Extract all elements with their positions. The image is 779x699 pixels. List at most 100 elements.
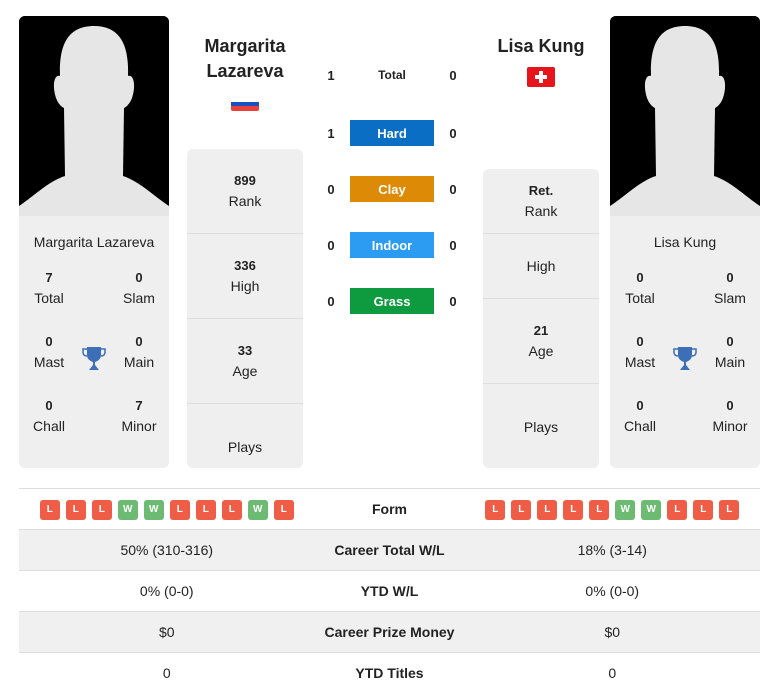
form-badge-loss[interactable]: L [195, 499, 216, 520]
form-badge-loss[interactable]: L [221, 499, 242, 520]
form-row: LLLWWLLLWL Form LLLLLWWLLL [19, 488, 760, 530]
form-badge-loss[interactable]: L [719, 499, 740, 520]
p2-minor-titles: 0 Minor [700, 396, 760, 460]
label: Plays [227, 438, 263, 455]
label: Chall [624, 418, 656, 434]
label: Rank [228, 193, 262, 209]
label: Age [232, 363, 258, 379]
form-badge-loss[interactable]: L [589, 499, 610, 520]
surface-label[interactable]: Hard [350, 120, 434, 146]
p2-value: 18% (3-14) [464, 529, 760, 571]
row-label: YTD W/L [314, 570, 465, 612]
table-row: $0 Career Prize Money $0 [19, 611, 760, 653]
row-label: Career Total W/L [314, 529, 465, 571]
surface-label[interactable]: Clay [350, 176, 434, 202]
value: 0 [726, 334, 734, 349]
form-badge-win[interactable]: W [247, 499, 268, 520]
p1-plays: Plays [187, 404, 303, 468]
player1-stats: 899 Rank 336 High 33 Age Plays [187, 149, 303, 468]
title-line: Lisa Kung [497, 36, 585, 56]
label: Main [714, 354, 746, 370]
p2-count: 0 [449, 237, 457, 253]
label: Slam [714, 290, 746, 306]
label: Minor [712, 418, 748, 434]
p1-total-titles: 7 Total [19, 268, 79, 332]
surface-label[interactable]: Grass [350, 288, 434, 314]
p1-count: 0 [327, 181, 335, 197]
label: Chall [33, 418, 65, 434]
p2-total-titles: 0 Total [610, 268, 670, 332]
value: 0 [636, 398, 644, 413]
label: Mast [33, 354, 65, 370]
p2-plays: Plays [483, 384, 599, 468]
value: 21 [533, 323, 549, 338]
label: Total [34, 290, 64, 306]
form-badge-loss[interactable]: L [91, 499, 112, 520]
form-badge-loss[interactable]: L [273, 499, 294, 520]
label: Plays [523, 418, 559, 435]
p1-value: 0 [19, 652, 315, 694]
p1-value: 50% (310-316) [19, 529, 315, 571]
form-badge-win[interactable]: W [117, 499, 138, 520]
p2-count: 0 [449, 181, 457, 197]
form-badge-loss[interactable]: L [169, 499, 190, 520]
p1-minor-titles: 7 Minor [109, 396, 169, 460]
form-badge-win[interactable]: W [641, 499, 662, 520]
p1-chall-titles: 0 Chall [19, 396, 79, 460]
surface-label[interactable]: Indoor [350, 232, 434, 258]
player2-name: Lisa Kung [653, 234, 717, 250]
trophy-icon [670, 332, 700, 396]
label: Rank [524, 203, 558, 219]
form-badge-loss[interactable]: L [511, 499, 532, 520]
h2h-row-indoor: 0 Indoor 0 [312, 232, 472, 258]
form-badge-loss[interactable]: L [563, 499, 584, 520]
p1-form: LLLWWLLLWL [19, 488, 315, 530]
player2-stats: Ret. Rank High 21 Age Plays [483, 169, 599, 468]
form-badge-loss[interactable]: L [537, 499, 558, 520]
form-badge-loss[interactable]: L [667, 499, 688, 520]
value: 336 [234, 258, 256, 273]
p1-value: 0% (0-0) [19, 570, 315, 612]
russia-flag-icon [231, 97, 259, 111]
label: High [526, 258, 556, 274]
h2h-row-hard: 1 Hard 0 [312, 120, 472, 146]
player2-title[interactable]: Lisa Kung [466, 34, 616, 59]
label: High [230, 278, 260, 294]
p1-value: $0 [19, 611, 315, 653]
label: Minor [121, 418, 157, 434]
p1-mast-titles: 0 Mast [19, 332, 79, 396]
value: 7 [45, 270, 53, 285]
title-line: Margarita [204, 36, 286, 56]
form-badge-loss[interactable]: L [39, 499, 60, 520]
value: 899 [234, 173, 256, 188]
p2-slam-titles: 0 Slam [700, 268, 760, 332]
form-badge-win[interactable]: W [143, 499, 164, 520]
value: 7 [135, 398, 143, 413]
player1-card: Margarita Lazareva 7 Total 0 Slam 0 Mast 0 M… [19, 216, 169, 468]
p1-count: 0 [327, 293, 335, 309]
form-badge-win[interactable]: W [615, 499, 636, 520]
p1-high: 336 High [187, 234, 303, 319]
p2-count: 0 [449, 125, 457, 141]
p2-age: 21 Age [483, 299, 599, 384]
p2-value: $0 [464, 611, 760, 653]
player1-photo [19, 16, 169, 216]
p2-value: 0% (0-0) [464, 570, 760, 612]
form-badge-loss[interactable]: L [693, 499, 714, 520]
form-badge-loss[interactable]: L [485, 499, 506, 520]
p1-count: 0 [327, 237, 335, 253]
player1-title[interactable]: Margarita Lazareva [170, 34, 320, 84]
value: 33 [237, 343, 253, 358]
value: 0 [726, 398, 734, 413]
player2-card: Lisa Kung 0 Total 0 Slam 0 Mast 0 Main 0 Chal… [610, 216, 760, 468]
p1-count: 1 [327, 125, 335, 141]
switzerland-flag-icon [527, 67, 555, 87]
value: 0 [726, 270, 734, 285]
p1-age: 33 Age [187, 319, 303, 404]
value: 0 [636, 270, 644, 285]
p2-main-titles: 0 Main [700, 332, 760, 396]
silhouette-icon [19, 16, 169, 216]
value: 0 [135, 334, 143, 349]
table-row: 50% (310-316) Career Total W/L 18% (3-14… [19, 529, 760, 571]
form-badge-loss[interactable]: L [65, 499, 86, 520]
